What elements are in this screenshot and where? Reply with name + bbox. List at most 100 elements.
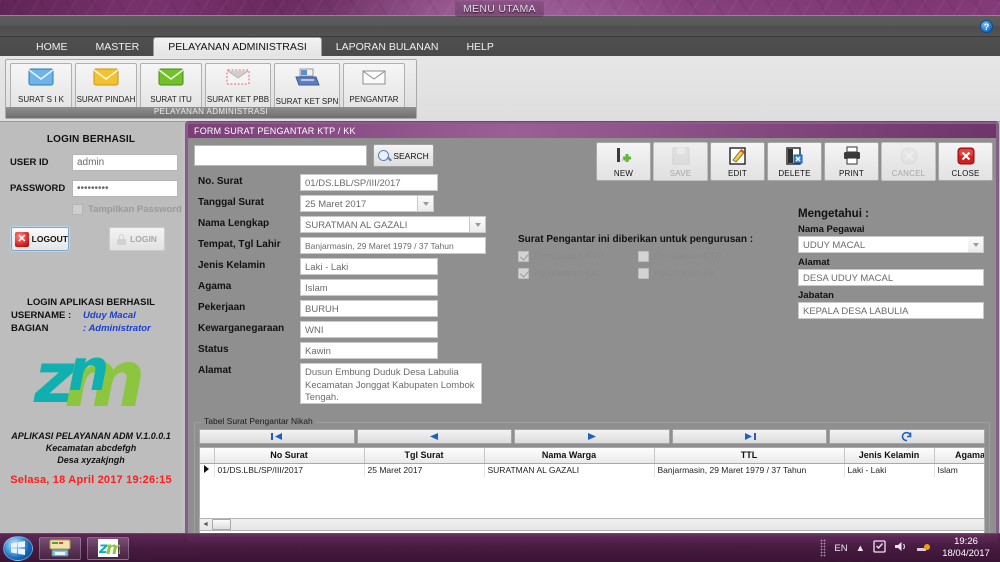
search-input[interactable] xyxy=(194,145,368,166)
field-row-tanggal-surat: Tanggal Surat 25 Maret 2017 xyxy=(198,195,488,212)
chevron-down-icon[interactable] xyxy=(418,195,434,212)
nama-lengkap-combo[interactable]: SURATMAN AL GAZALI xyxy=(300,216,486,233)
tab-laporan-bulanan[interactable]: LAPORAN BULANAN xyxy=(322,37,453,56)
tab-master[interactable]: MASTER xyxy=(82,37,154,56)
volume-icon[interactable] xyxy=(894,540,908,556)
jabatan-label: Jabatan xyxy=(798,290,834,301)
cancel-button[interactable]: CANCEL xyxy=(881,142,936,181)
tanggal-surat-input[interactable]: 25 Maret 2017 xyxy=(300,195,418,212)
ribbon-button-surat-ket-spn[interactable]: SURAT KET SPN xyxy=(274,63,340,111)
form-title: FORM SURAT PENGANTAR KTP / KK xyxy=(188,124,996,138)
taskbar-item-explorer[interactable] xyxy=(39,536,81,560)
password-input[interactable] xyxy=(72,180,178,197)
scroll-left-icon[interactable]: ◄ xyxy=(200,521,211,528)
ribbon-button-surat-pindah[interactable]: SURAT PINDAH xyxy=(75,63,137,111)
pegawai-alamat-input[interactable]: DESA UDUY MACAL xyxy=(798,269,984,286)
show-password-checkbox[interactable]: Tampilkan Password xyxy=(72,204,182,215)
column-header-tgl-surat[interactable]: Tgl Surat xyxy=(364,448,485,464)
app-version-block: APLIKASI PELAYANAN ADM V.1.0.0.1 Kecamat… xyxy=(0,430,182,466)
nav-refresh-button[interactable] xyxy=(829,429,985,444)
new-button[interactable]: NEW xyxy=(596,142,651,181)
envelope-dashed-icon xyxy=(225,68,251,91)
jenis-kelamin-input[interactable]: Laki - Laki xyxy=(300,258,438,275)
ribbon-button-pengantar[interactable]: PENGANTAR xyxy=(343,63,405,111)
checkbox-box xyxy=(638,268,649,279)
no-surat-input[interactable]: 01/DS.LBL/SP/III/2017 xyxy=(300,174,438,191)
last-record-icon xyxy=(744,433,756,440)
checkbox-pembuatan-kk[interactable]: Pembuatan KK xyxy=(518,268,638,279)
login-button[interactable]: LOGIN xyxy=(109,227,165,251)
nav-prev-button[interactable] xyxy=(356,429,513,444)
cell-nama-warga: SURATMAN AL GAZALI xyxy=(484,463,655,477)
action-center-icon[interactable] xyxy=(873,540,886,556)
field-row-jenis-kelamin: Jenis Kelamin Laki - Laki xyxy=(198,258,488,275)
checkbox-pembuatan-ktp[interactable]: Pembuatan KTP xyxy=(518,251,638,262)
horizontal-scrollbar[interactable]: ◄ xyxy=(199,518,985,531)
column-header-marker[interactable] xyxy=(200,448,215,464)
form-fields: No. Surat 01/DS.LBL/SP/III/2017 Tanggal … xyxy=(198,174,488,408)
nav-first-button[interactable] xyxy=(199,429,355,444)
nama-pegawai-input[interactable]: UDUY MACAL xyxy=(798,236,968,253)
show-hidden-icons-icon[interactable]: ▲ xyxy=(856,543,865,554)
app-version-line1: APLIKASI PELAYANAN ADM V.1.0.0.1 xyxy=(11,431,171,441)
table-header-row: No Surat Tgl Surat Nama Warga TTL Jenis … xyxy=(200,448,984,464)
row-marker-icon xyxy=(200,463,215,477)
column-header-nama-warga[interactable]: Nama Warga xyxy=(484,448,655,464)
ribbon: HOME MASTER PELAYANAN ADMINISTRASI LAPOR… xyxy=(0,37,1000,122)
field-row-agama: Agama Islam xyxy=(198,279,488,296)
scrollbar-thumb[interactable] xyxy=(212,519,231,530)
edit-button[interactable]: EDIT xyxy=(710,142,765,181)
tab-pelayanan-administrasi[interactable]: PELAYANAN ADMINISTRASI xyxy=(153,37,322,56)
tab-help[interactable]: HELP xyxy=(452,37,507,56)
alamat-textarea[interactable]: Dusun Embung Duduk Desa Labulia Kecamata… xyxy=(300,363,482,404)
logout-button[interactable]: ✕ LOGOUT xyxy=(10,226,70,252)
column-header-agama[interactable]: Agama xyxy=(934,448,984,464)
close-x-icon xyxy=(956,146,976,166)
nama-pegawai-combo[interactable]: UDUY MACAL xyxy=(798,236,994,253)
language-indicator[interactable]: EN xyxy=(834,543,847,554)
new-document-icon xyxy=(614,146,634,166)
checkbox-perubahan-ktp[interactable]: Perubahan KTP xyxy=(638,251,758,262)
table-row[interactable]: 01/DS.LBL/SP/III/2017 25 Maret 2017 SURA… xyxy=(200,463,984,477)
chevron-down-icon[interactable] xyxy=(470,216,486,233)
field-label: Status xyxy=(198,344,229,355)
tempat-tgl-lahir-input[interactable]: Banjarmasin, 29 Maret 1979 / 37 Tahun xyxy=(300,237,486,254)
field-label: No. Surat xyxy=(198,176,243,187)
checkbox-perubahan-kk[interactable]: Perubahan KK xyxy=(638,268,758,279)
pekerjaan-input[interactable]: BURUH xyxy=(300,300,438,317)
records-table: No Surat Tgl Surat Nama Warga TTL Jenis … xyxy=(200,448,984,477)
tanggal-surat-datepicker[interactable]: 25 Maret 2017 xyxy=(300,195,434,212)
save-button[interactable]: SAVE xyxy=(653,142,708,181)
chevron-down-icon[interactable] xyxy=(968,236,984,253)
column-header-no-surat[interactable]: No Surat xyxy=(214,448,365,464)
checkbox-box xyxy=(638,251,649,262)
print-button[interactable]: PRINT xyxy=(824,142,879,181)
status-input[interactable]: Kawin xyxy=(300,342,438,359)
user-id-input[interactable] xyxy=(72,154,178,171)
close-button[interactable]: CLOSE xyxy=(938,142,993,181)
column-header-ttl[interactable]: TTL xyxy=(654,448,845,464)
column-header-jenis-kelamin[interactable]: Jenis Kelamin xyxy=(844,448,935,464)
ribbon-button-surat-sik[interactable]: SURAT S I K xyxy=(10,63,72,111)
help-icon[interactable]: ? xyxy=(980,20,993,33)
jabatan-input[interactable]: KEPALA DESA LABULIA xyxy=(798,302,984,319)
start-button[interactable] xyxy=(3,535,33,561)
nav-next-button[interactable] xyxy=(514,429,670,444)
agama-input[interactable]: Islam xyxy=(300,279,438,296)
tab-home[interactable]: HOME xyxy=(22,37,82,56)
ribbon-button-label: SURAT KET PBB xyxy=(206,95,270,104)
ribbon-button-surat-ket-pbb[interactable]: SURAT KET PBB xyxy=(205,63,271,111)
envelope-yellow-icon xyxy=(93,68,119,91)
nav-last-button[interactable] xyxy=(671,429,828,444)
nama-lengkap-input[interactable]: SURATMAN AL GAZALI xyxy=(300,216,470,233)
delete-button[interactable]: DELETE xyxy=(767,142,822,181)
kewarganegaraan-input[interactable]: WNI xyxy=(300,321,438,338)
nama-pegawai-label: Nama Pegawai xyxy=(798,224,865,235)
search-button[interactable]: SEARCH xyxy=(373,144,434,167)
taskbar-clock[interactable]: 19:26 18/04/2017 xyxy=(938,536,994,560)
network-icon[interactable] xyxy=(916,540,930,556)
ribbon-button-surat-itu[interactable]: SURAT ITU xyxy=(140,63,202,111)
cell-ttl: Banjarmasin, 29 Maret 1979 / 37 Tahun xyxy=(654,463,845,477)
first-record-icon xyxy=(270,433,282,440)
taskbar-item-zm-app[interactable]: z m xyxy=(87,536,129,560)
